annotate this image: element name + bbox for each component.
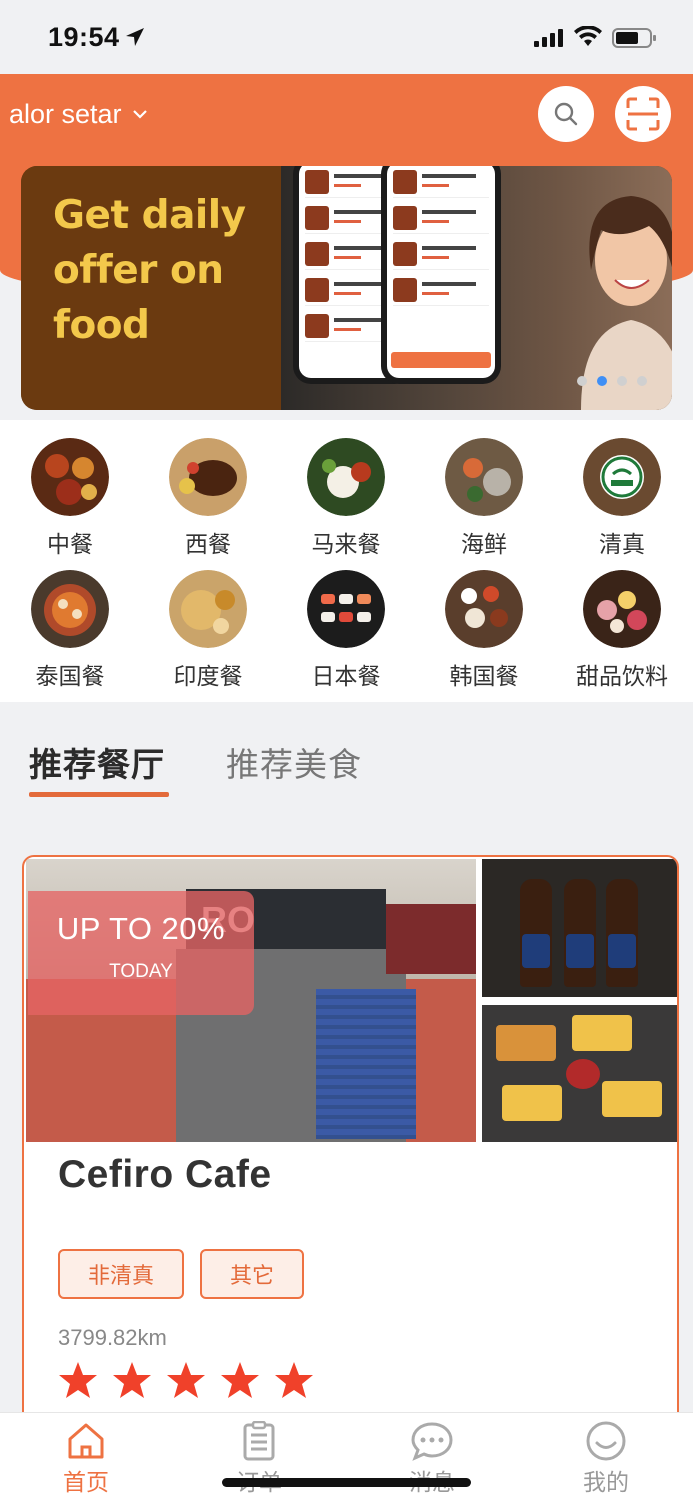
category-label: 中餐 [47, 531, 93, 557]
promo-subtext: TODAY [109, 961, 173, 982]
battery-icon [612, 28, 656, 48]
category-chinese[interactable]: 中餐 [20, 438, 120, 559]
category-thai[interactable]: 泰国餐 [20, 570, 120, 691]
category-label: 海鲜 [461, 531, 507, 557]
restaurant-card[interactable]: RO UP TO 20% TODAY Cefiro Cafe 非清真 其它 37… [22, 855, 679, 1455]
banner-line-3: food [53, 303, 150, 348]
carousel-dot[interactable] [577, 376, 587, 386]
status-bar: 19:54 [0, 0, 693, 74]
category-label: 日本餐 [311, 663, 381, 689]
restaurant-storefront-photo: RO UP TO 20% TODAY [26, 859, 476, 1142]
tag-other: 其它 [200, 1249, 305, 1299]
tag-non-halal: 非清真 [58, 1249, 185, 1299]
restaurant-distance: 3799.82km [58, 1325, 167, 1350]
carousel-dot[interactable] [637, 376, 647, 386]
scan-icon [626, 97, 660, 131]
seafood-photo [445, 438, 523, 516]
japanese-food-photo [307, 570, 385, 648]
nav-profile[interactable]: 我的 [561, 1421, 651, 1497]
promo-text: UP TO 20% [56, 911, 226, 946]
profile-icon [586, 1421, 626, 1461]
banner-line-2: offer on [53, 248, 224, 293]
restaurant-name: Cefiro Cafe [58, 1153, 272, 1196]
carousel-dots [577, 376, 647, 386]
location-label: alor setar [9, 98, 122, 129]
nav-label: 首页 [63, 1469, 109, 1495]
category-label: 泰国餐 [35, 663, 105, 689]
malay-food-photo [307, 438, 385, 516]
category-seafood[interactable]: 海鲜 [434, 438, 534, 559]
restaurant-tags: 非清真 其它 [58, 1249, 305, 1299]
promo-banner[interactable]: Get daily offer on food [21, 166, 672, 410]
location-arrow-icon [126, 28, 144, 46]
nav-label: 我的 [583, 1469, 629, 1495]
promo-overlay: UP TO 20% TODAY [28, 891, 254, 1015]
category-western[interactable]: 西餐 [158, 438, 258, 559]
tab-recommended-food[interactable]: 推荐美食 [226, 738, 362, 786]
snacks-photo [482, 1005, 677, 1142]
star-icon [221, 1362, 259, 1398]
category-indian[interactable]: 印度餐 [158, 570, 258, 691]
star-icon [113, 1362, 151, 1398]
banner-image [281, 166, 672, 410]
category-japanese[interactable]: 日本餐 [296, 570, 396, 691]
search-button[interactable] [538, 86, 594, 142]
category-label: 韩国餐 [449, 663, 519, 689]
phone-mockup [381, 166, 501, 384]
orders-icon [243, 1421, 275, 1461]
rating-stars [58, 1361, 314, 1399]
dessert-photo [583, 570, 661, 648]
beer-photo [482, 859, 677, 997]
message-icon [411, 1422, 453, 1461]
category-korean[interactable]: 韩国餐 [434, 570, 534, 691]
star-icon [59, 1362, 97, 1398]
halal-photo [583, 438, 661, 516]
star-icon [167, 1362, 205, 1398]
search-icon [554, 102, 578, 126]
chinese-food-photo [31, 438, 109, 516]
scan-button[interactable] [615, 86, 671, 142]
active-tab-indicator [29, 792, 169, 797]
wifi-icon [574, 26, 602, 46]
korean-food-photo [445, 570, 523, 648]
category-malay[interactable]: 马来餐 [296, 438, 396, 559]
star-icon [275, 1362, 313, 1398]
recommend-tabs: 推荐餐厅 推荐美食 [0, 702, 693, 832]
tab-recommended-restaurants[interactable]: 推荐餐厅 [29, 738, 165, 786]
chevron-down-icon [132, 110, 147, 119]
banner-headline: Get daily offer on food [53, 188, 246, 353]
home-indicator [222, 1478, 471, 1487]
nav-home[interactable]: 首页 [41, 1421, 131, 1497]
carousel-dot-active[interactable] [597, 376, 607, 386]
banner-text-panel: Get daily offer on food [21, 166, 281, 410]
thai-food-photo [31, 570, 109, 648]
status-time: 19:54 [48, 22, 120, 52]
category-label: 清真 [599, 531, 645, 557]
category-label: 甜品饮料 [576, 663, 668, 689]
cellular-signal-icon [534, 29, 563, 47]
indian-food-photo [169, 570, 247, 648]
western-food-photo [169, 438, 247, 516]
category-label: 西餐 [185, 531, 231, 557]
category-dessert-drinks[interactable]: 甜品饮料 [572, 570, 672, 691]
banner-line-1: Get daily [53, 193, 246, 238]
category-grid: 中餐 西餐 马来餐 海鲜 清真 泰国餐 印度餐 日本餐 韩国餐 甜品饮料 [0, 420, 693, 702]
home-icon [68, 1423, 104, 1459]
category-label: 印度餐 [173, 663, 243, 689]
carousel-dot[interactable] [617, 376, 627, 386]
category-halal[interactable]: 清真 [572, 438, 672, 559]
category-label: 马来餐 [311, 531, 381, 557]
location-selector[interactable]: alor setar [9, 97, 148, 131]
